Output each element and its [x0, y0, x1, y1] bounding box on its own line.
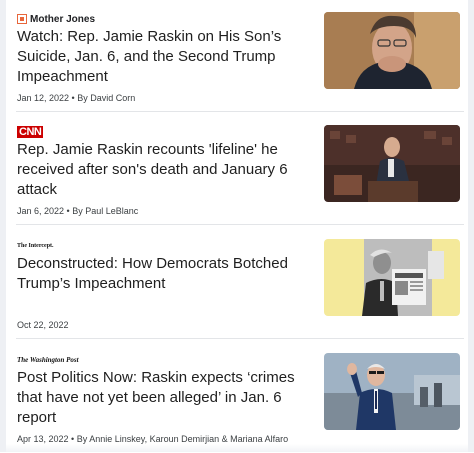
article-title[interactable]: Watch: Rep. Jamie Raskin on His Son’s Su…: [17, 27, 307, 87]
card-divider: [16, 111, 464, 112]
article-thumbnail[interactable]: [324, 125, 460, 202]
right-page-edge: [468, 0, 474, 452]
newspaper-photo-icon: [324, 239, 460, 316]
card-divider: [16, 338, 464, 339]
scroll-fade: [6, 444, 468, 452]
card-divider: [16, 224, 464, 225]
president-wave-photo-icon: [324, 353, 460, 430]
article-meta: Apr 13, 2022 • By Annie Linskey, Karoun …: [17, 434, 289, 444]
article-thumbnail[interactable]: [324, 239, 460, 316]
news-feed: Mother Jones Watch: Rep. Jamie Raskin on…: [6, 0, 468, 452]
article-meta: Jan 6, 2022 • By Paul LeBlanc: [17, 206, 139, 216]
source-row: The Washington Post: [17, 353, 79, 367]
source-row: The Intercept.: [17, 239, 54, 253]
cnn-logo: CNN: [17, 126, 44, 138]
mother-jones-logo-icon: [17, 14, 27, 24]
intercept-logo: The Intercept.: [17, 243, 54, 249]
senate-speech-photo-icon: [324, 125, 460, 202]
article-title[interactable]: Rep. Jamie Raskin recounts 'lifeline' he…: [17, 140, 307, 200]
source-row: CNN: [17, 125, 44, 139]
article-title[interactable]: Deconstructed: How Democrats Botched Tru…: [17, 254, 307, 294]
portrait-photo-icon: [324, 12, 460, 89]
article-meta: Jan 12, 2022 • By David Corn: [17, 93, 136, 103]
article-card[interactable]: Mother Jones Watch: Rep. Jamie Raskin on…: [6, 0, 468, 112]
article-title[interactable]: Post Politics Now: Raskin expects ‘crime…: [17, 368, 307, 428]
article-card[interactable]: The Washington Post Post Politics Now: R…: [6, 341, 468, 453]
washington-post-logo: The Washington Post: [17, 356, 79, 364]
article-meta: Oct 22, 2022: [17, 320, 69, 330]
article-thumbnail[interactable]: [324, 353, 460, 430]
article-thumbnail[interactable]: [324, 12, 460, 89]
source-row: Mother Jones: [17, 12, 95, 26]
article-card[interactable]: The Intercept. Deconstructed: How Democr…: [6, 227, 468, 339]
article-card[interactable]: CNN Rep. Jamie Raskin recounts 'lifeline…: [6, 113, 468, 225]
source-name: Mother Jones: [30, 13, 96, 25]
